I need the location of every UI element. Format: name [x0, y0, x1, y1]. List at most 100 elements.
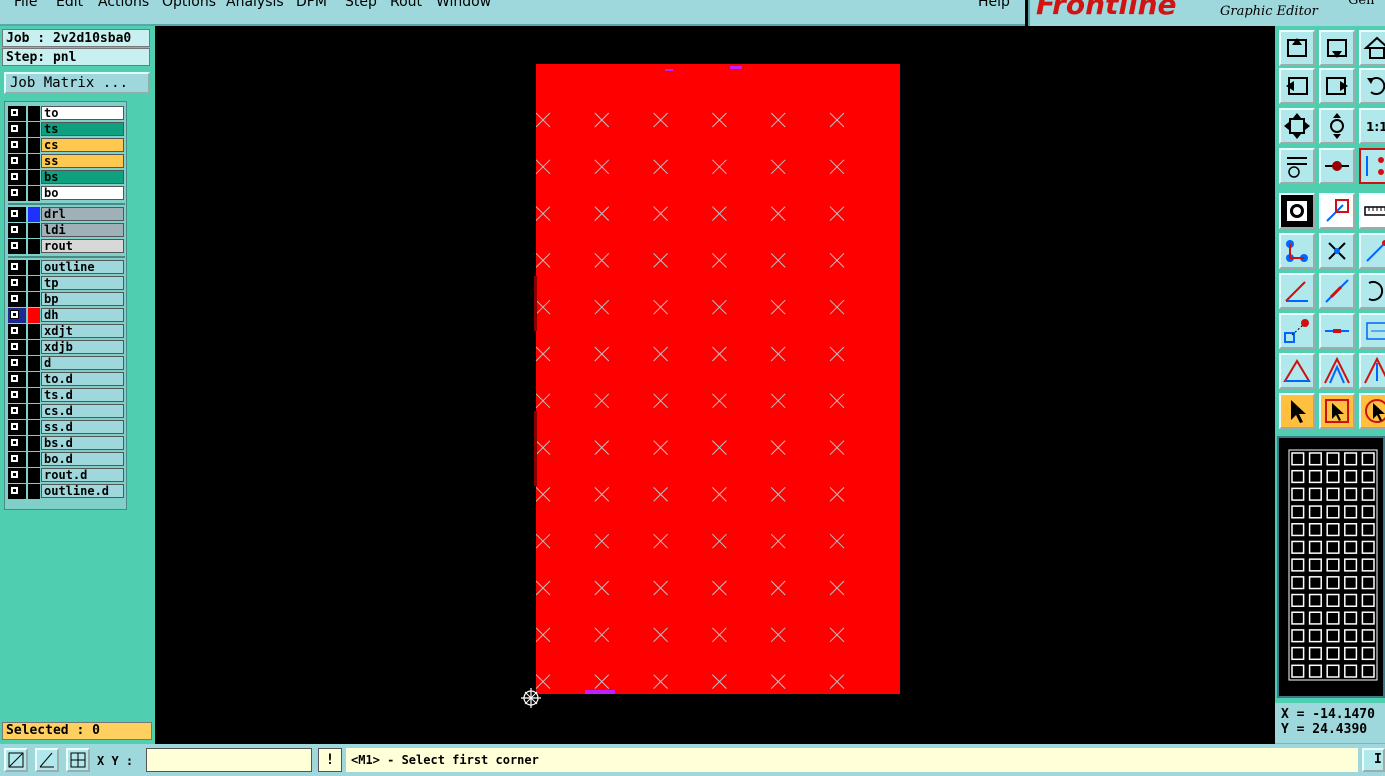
layer-row-ldi[interactable]: ldi: [8, 223, 125, 238]
layer-row-bo[interactable]: bo: [8, 186, 125, 201]
layer-name[interactable]: rout.d: [41, 468, 124, 482]
layer-name[interactable]: to: [41, 106, 124, 120]
line-mode-button[interactable]: [1319, 193, 1355, 229]
layer-name[interactable]: rout: [41, 239, 124, 253]
arrow-down-button[interactable]: [1319, 30, 1355, 66]
arrow-right-button[interactable]: [1319, 68, 1355, 104]
menu-actions[interactable]: Actions: [98, 0, 149, 10]
layer-color-swatch[interactable]: [28, 207, 40, 222]
layer-name[interactable]: dh: [41, 308, 124, 322]
menu-options[interactable]: Options: [162, 0, 216, 10]
layer-checkbox[interactable]: [10, 486, 19, 495]
angle-button[interactable]: [1279, 273, 1315, 309]
connect-points-button[interactable]: [1279, 233, 1315, 269]
layer-row-tp[interactable]: tp: [8, 276, 125, 291]
layer-checkbox[interactable]: [10, 209, 19, 218]
layer-row-bp[interactable]: bp: [8, 292, 125, 307]
info-button[interactable]: I: [1362, 748, 1385, 772]
layer-checkbox[interactable]: [10, 140, 19, 149]
layer-row-ss.d[interactable]: ss.d: [8, 420, 125, 435]
select-box-button[interactable]: [1319, 393, 1355, 429]
layer-row-xdjt[interactable]: xdjt: [8, 324, 125, 339]
select-pointer-button[interactable]: [1279, 393, 1315, 429]
zoom-center-button[interactable]: [1319, 108, 1355, 144]
grid-snap-button[interactable]: [66, 748, 90, 772]
layer-color-swatch[interactable]: [28, 260, 40, 275]
arrow-left-button[interactable]: [1279, 68, 1315, 104]
layer-checkbox[interactable]: [10, 342, 19, 351]
snap-button[interactable]: [1319, 148, 1355, 184]
layer-row-rout.d[interactable]: rout.d: [8, 468, 125, 483]
menu-dfm[interactable]: DFM: [296, 0, 327, 10]
layer-color-swatch[interactable]: [28, 276, 40, 291]
layer-row-cs[interactable]: cs: [8, 138, 125, 153]
height-snap-button[interactable]: [1359, 353, 1385, 389]
layer-color-swatch[interactable]: [28, 340, 40, 355]
menu-file[interactable]: File: [14, 0, 37, 10]
layer-color-swatch[interactable]: [28, 356, 40, 371]
scale-1-to-1-button[interactable]: 1:1: [1359, 108, 1385, 144]
menu-step[interactable]: Step: [345, 0, 377, 10]
home-button[interactable]: [1359, 30, 1385, 66]
peak-snap-button[interactable]: [1319, 353, 1355, 389]
layer-checkbox[interactable]: [10, 262, 19, 271]
layer-checkbox[interactable]: [10, 374, 19, 383]
overview-preview[interactable]: [1277, 436, 1385, 698]
line-width-button[interactable]: [1319, 313, 1355, 349]
layer-name[interactable]: cs.d: [41, 404, 124, 418]
layer-checkbox[interactable]: [10, 310, 19, 319]
layer-row-to.d[interactable]: to.d: [8, 372, 125, 387]
layer-checkbox[interactable]: [10, 278, 19, 287]
layer-row-outline.d[interactable]: outline.d: [8, 484, 125, 499]
layer-row-ts.d[interactable]: ts.d: [8, 388, 125, 403]
layer-name[interactable]: bo.d: [41, 452, 124, 466]
triangle-snap-button[interactable]: [1279, 353, 1315, 389]
layer-row-xdjb[interactable]: xdjb: [8, 340, 125, 355]
layer-checkbox[interactable]: [10, 188, 19, 197]
layer-name[interactable]: to.d: [41, 372, 124, 386]
layer-checkbox[interactable]: [10, 406, 19, 415]
layer-color-swatch[interactable]: [28, 452, 40, 467]
layer-name[interactable]: ldi: [41, 223, 124, 237]
layer-name[interactable]: xdjt: [41, 324, 124, 338]
menu-rout[interactable]: Rout: [390, 0, 422, 10]
layer-row-bs[interactable]: bs: [8, 170, 125, 185]
layer-checkbox[interactable]: [10, 108, 19, 117]
undo-view-button[interactable]: [1359, 68, 1385, 104]
layer-color-swatch[interactable]: [28, 372, 40, 387]
layer-row-ts[interactable]: ts: [8, 122, 125, 137]
layer-name[interactable]: ts.d: [41, 388, 124, 402]
angle-snap-button[interactable]: [35, 748, 59, 772]
menu-analysis[interactable]: Analysis: [226, 0, 284, 10]
layer-color-swatch[interactable]: [28, 324, 40, 339]
layer-color-swatch[interactable]: [28, 404, 40, 419]
edge-snap-button[interactable]: [1359, 233, 1385, 269]
layer-name[interactable]: outline: [41, 260, 124, 274]
layer-row-ss[interactable]: ss: [8, 154, 125, 169]
layer-name[interactable]: ts: [41, 122, 124, 136]
slope-button[interactable]: [1319, 273, 1355, 309]
layer-checkbox[interactable]: [10, 470, 19, 479]
layer-color-swatch[interactable]: [28, 436, 40, 451]
layer-row-outline[interactable]: outline: [8, 260, 125, 275]
layer-name[interactable]: bo: [41, 186, 124, 200]
layer-row-bo.d[interactable]: bo.d: [8, 452, 125, 467]
layer-name[interactable]: bp: [41, 292, 124, 306]
layer-checkbox[interactable]: [10, 172, 19, 181]
layer-name[interactable]: d: [41, 356, 124, 370]
layer-color-swatch[interactable]: [28, 292, 40, 307]
menu-help[interactable]: Help: [978, 0, 1010, 10]
layer-row-d[interactable]: d: [8, 356, 125, 371]
xy-input[interactable]: [146, 748, 312, 772]
layer-checkbox[interactable]: [10, 294, 19, 303]
menu-edit[interactable]: Edit: [56, 0, 83, 10]
layer-name[interactable]: xdjb: [41, 340, 124, 354]
layer-checkbox[interactable]: [10, 124, 19, 133]
layer-checkbox[interactable]: [10, 454, 19, 463]
layer-checkbox[interactable]: [10, 225, 19, 234]
rotate-button[interactable]: [1359, 273, 1385, 309]
layer-row-drl[interactable]: drl: [8, 207, 125, 222]
layer-name[interactable]: ss: [41, 154, 124, 168]
graphic-canvas[interactable]: [155, 26, 1275, 744]
layer-checkbox[interactable]: [10, 422, 19, 431]
